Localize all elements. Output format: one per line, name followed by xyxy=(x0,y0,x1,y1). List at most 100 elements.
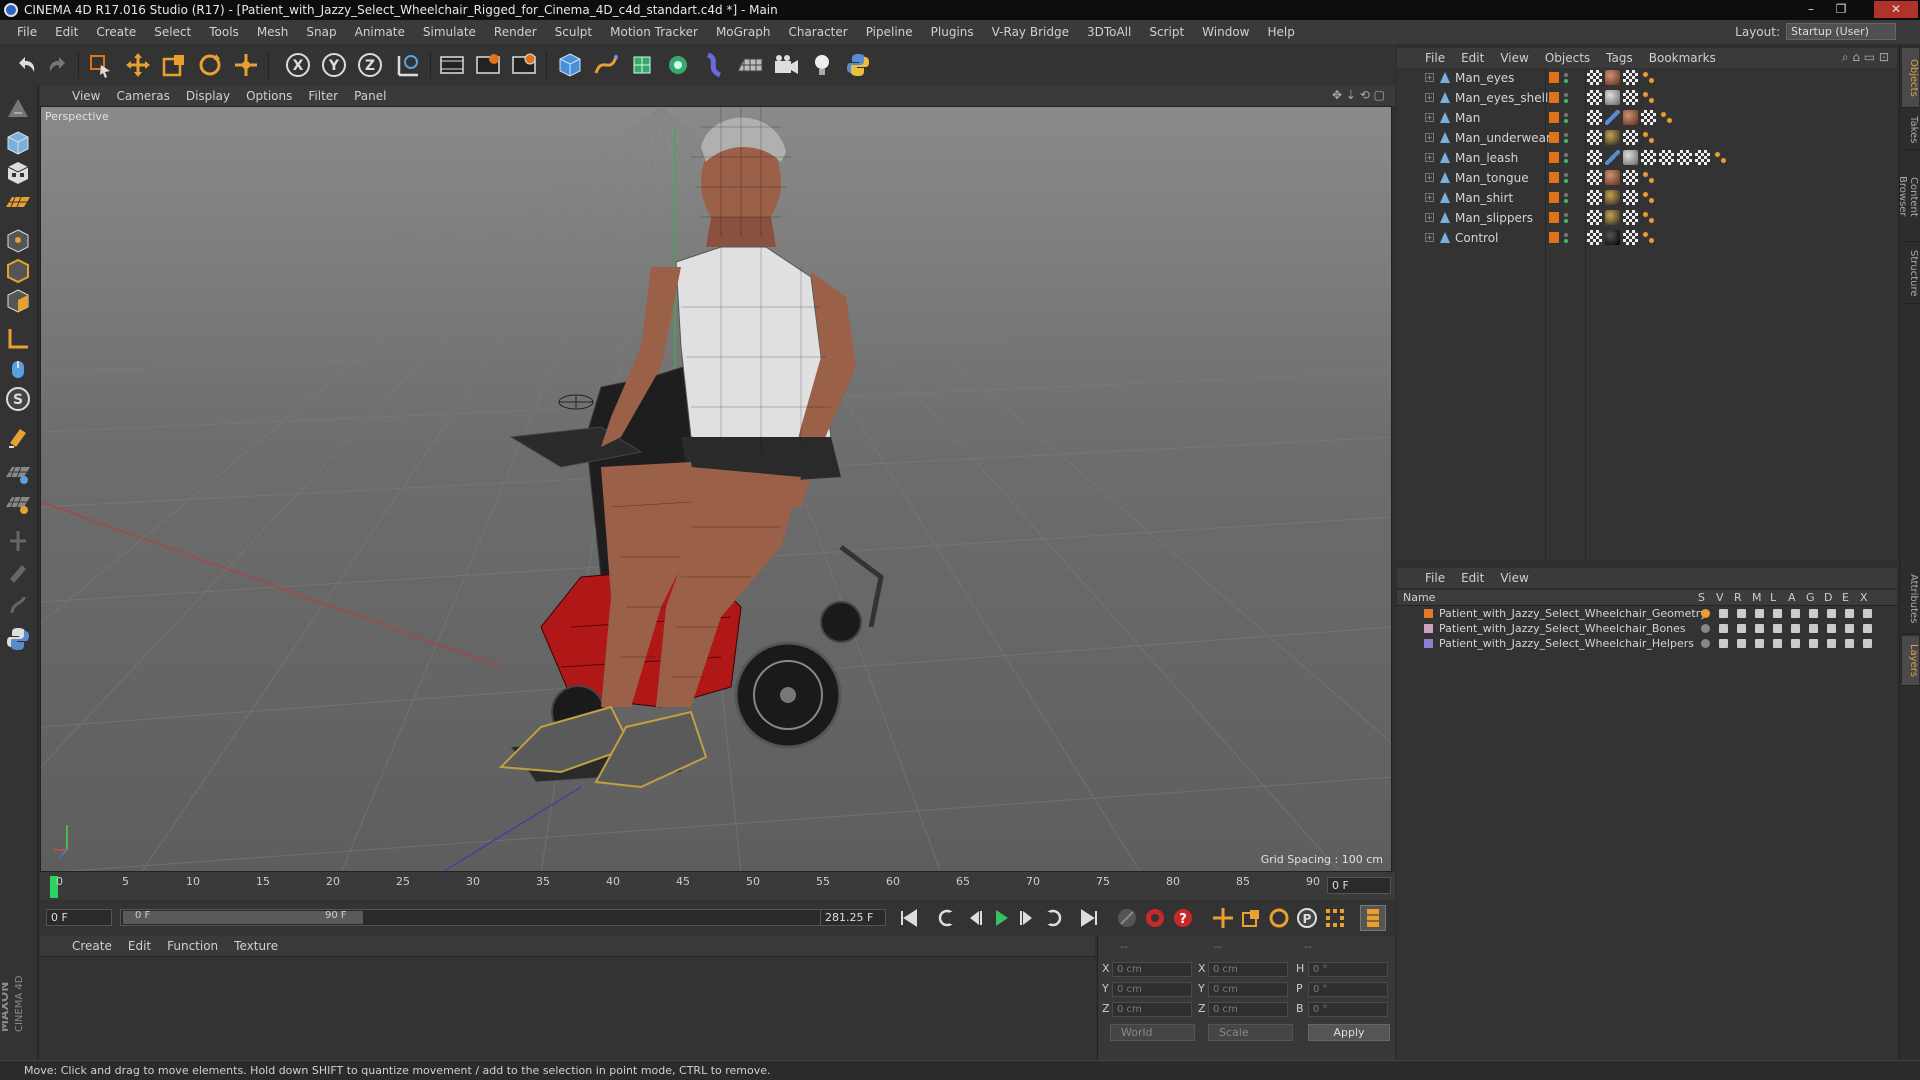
minimize-button[interactable]: – xyxy=(1798,1,1824,18)
menu-character[interactable]: Character xyxy=(779,25,856,39)
viewport-menu-filter[interactable]: Filter xyxy=(300,89,346,103)
menu-tools[interactable]: Tools xyxy=(200,25,248,39)
perspective-viewport[interactable]: Perspective Grid Spacing : 100 cm xyxy=(40,106,1392,872)
layer-flag-icon[interactable] xyxy=(1809,639,1818,648)
lm-menu-edit[interactable]: Edit xyxy=(1453,571,1492,585)
texture-mode-icon[interactable] xyxy=(3,158,33,188)
key-position-icon[interactable] xyxy=(1210,905,1236,931)
checker-tag-icon[interactable] xyxy=(1659,150,1674,165)
sphere-black-tag-icon[interactable] xyxy=(1605,230,1620,245)
visibility-dots-icon[interactable] xyxy=(1563,171,1569,185)
live-selection-icon[interactable] xyxy=(84,49,116,81)
layer-flag-icon[interactable] xyxy=(1773,624,1782,633)
layer-row[interactable]: Patient_with_Jazzy_Select_Wheelchair_Hel… xyxy=(1397,636,1897,651)
dots-tag-icon[interactable] xyxy=(1641,70,1656,85)
z-axis-icon[interactable]: Z xyxy=(354,49,386,81)
layer-row[interactable]: Patient_with_Jazzy_Select_Wheelchair_Geo… xyxy=(1397,606,1897,621)
expand-toggle[interactable]: + xyxy=(1425,73,1434,82)
layer-flag-icon[interactable] xyxy=(1755,639,1764,648)
subdivision-icon[interactable] xyxy=(626,49,658,81)
object-row[interactable]: + Man_eyes xyxy=(1397,68,1897,88)
paint-icon[interactable] xyxy=(3,556,33,586)
viewport-menu-cameras[interactable]: Cameras xyxy=(108,89,177,103)
layer-flag-icon[interactable] xyxy=(1809,624,1818,633)
expand-toggle[interactable]: + xyxy=(1425,133,1434,142)
key-rotation-icon[interactable] xyxy=(1266,905,1292,931)
layer-flag-icon[interactable] xyxy=(1809,609,1818,618)
grid-snap-icon[interactable] xyxy=(3,458,33,488)
visibility-dots-icon[interactable] xyxy=(1563,91,1569,105)
position-x-field[interactable]: 0 cm xyxy=(1112,962,1192,977)
y-axis-icon[interactable]: Y xyxy=(318,49,350,81)
om-menu-tags[interactable]: Tags xyxy=(1598,51,1641,65)
play-icon[interactable] xyxy=(988,905,1014,931)
dots-tag-icon[interactable] xyxy=(1641,210,1656,225)
layer-flag-icon[interactable] xyxy=(1719,624,1728,633)
checker-tag-icon[interactable] xyxy=(1587,70,1602,85)
x-axis-icon[interactable]: X xyxy=(282,49,314,81)
layer-flag-icon[interactable] xyxy=(1701,609,1710,618)
camera-icon[interactable] xyxy=(770,49,802,81)
checker-tag-icon[interactable] xyxy=(1587,170,1602,185)
menu-script[interactable]: Script xyxy=(1140,25,1193,39)
world-coord-icon[interactable] xyxy=(392,49,424,81)
polygons-mode-icon[interactable] xyxy=(3,286,33,316)
sphere-grey-tag-icon[interactable] xyxy=(1605,90,1620,105)
checker-tag-icon[interactable] xyxy=(1677,150,1692,165)
layer-color-swatch[interactable] xyxy=(1424,624,1433,633)
checker-tag-icon[interactable] xyxy=(1587,130,1602,145)
om-menu-edit[interactable]: Edit xyxy=(1453,51,1492,65)
previous-key-icon[interactable] xyxy=(934,905,960,931)
checker-tag-icon[interactable] xyxy=(1587,210,1602,225)
menu-sculpt[interactable]: Sculpt xyxy=(546,25,601,39)
checker-tag-icon[interactable] xyxy=(1587,230,1602,245)
layer-flag-icon[interactable] xyxy=(1827,624,1836,633)
frame-range-slider[interactable]: 0 F 90 F xyxy=(120,909,855,926)
expand-toggle[interactable]: + xyxy=(1425,233,1434,242)
layer-row[interactable]: Patient_with_Jazzy_Select_Wheelchair_Bon… xyxy=(1397,621,1897,636)
record-disabled-icon[interactable] xyxy=(1114,905,1140,931)
checker-tag-icon[interactable] xyxy=(1623,210,1638,225)
move-icon[interactable] xyxy=(122,49,154,81)
material-menu-create[interactable]: Create xyxy=(64,939,120,953)
menu-render[interactable]: Render xyxy=(485,25,546,39)
checker-tag-icon[interactable] xyxy=(1587,190,1602,205)
material-manager-area[interactable] xyxy=(40,956,1095,1060)
cube-icon[interactable] xyxy=(554,49,586,81)
visibility-dots-icon[interactable] xyxy=(1563,231,1569,245)
checker-tag-icon[interactable] xyxy=(1641,150,1656,165)
checker-tag-icon[interactable] xyxy=(1587,90,1602,105)
viewport-nav-icons[interactable]: ✥ ⇣ ⟲ ▢ xyxy=(1332,88,1385,102)
edges-mode-icon[interactable] xyxy=(3,256,33,286)
dots-tag-icon[interactable] xyxy=(1659,110,1674,125)
object-row[interactable]: + Man_shirt xyxy=(1397,188,1897,208)
layer-flag-icon[interactable] xyxy=(1737,624,1746,633)
expand-toggle[interactable]: + xyxy=(1425,213,1434,222)
layer-flag-icon[interactable] xyxy=(1827,639,1836,648)
brush-icon[interactable] xyxy=(3,592,33,622)
next-frame-icon[interactable] xyxy=(1014,905,1040,931)
coord-mode-dropdown[interactable]: World xyxy=(1110,1024,1195,1041)
rotation-b-field[interactable]: 0 ° xyxy=(1308,1002,1388,1017)
sphere-dark-tag-icon[interactable] xyxy=(1605,130,1620,145)
python-icon[interactable] xyxy=(842,49,874,81)
lm-menu-view[interactable]: View xyxy=(1492,571,1536,585)
lm-menu-file[interactable]: File xyxy=(1417,571,1453,585)
layer-color-swatch[interactable] xyxy=(1549,152,1559,163)
layout-select[interactable]: Startup (User) xyxy=(1786,23,1896,40)
dots-tag-icon[interactable] xyxy=(1713,150,1728,165)
viewport-menu-options[interactable]: Options xyxy=(238,89,300,103)
render-picture-viewer-icon[interactable] xyxy=(472,49,504,81)
layer-flag-icon[interactable] xyxy=(1773,639,1782,648)
layer-flag-icon[interactable] xyxy=(1755,609,1764,618)
axis-mode-icon[interactable] xyxy=(3,324,33,354)
layer-flag-icon[interactable] xyxy=(1845,609,1854,618)
size-z-field[interactable]: 0 cm xyxy=(1208,1002,1288,1017)
menu-mograph[interactable]: MoGraph xyxy=(707,25,780,39)
dots-tag-icon[interactable] xyxy=(1641,130,1656,145)
python-script-icon[interactable] xyxy=(3,624,33,654)
checker-tag-icon[interactable] xyxy=(1587,150,1602,165)
material-menu-function[interactable]: Function xyxy=(159,939,226,953)
snap-s-icon[interactable]: S xyxy=(3,384,33,414)
sphere-brown-tag-icon[interactable] xyxy=(1605,70,1620,85)
